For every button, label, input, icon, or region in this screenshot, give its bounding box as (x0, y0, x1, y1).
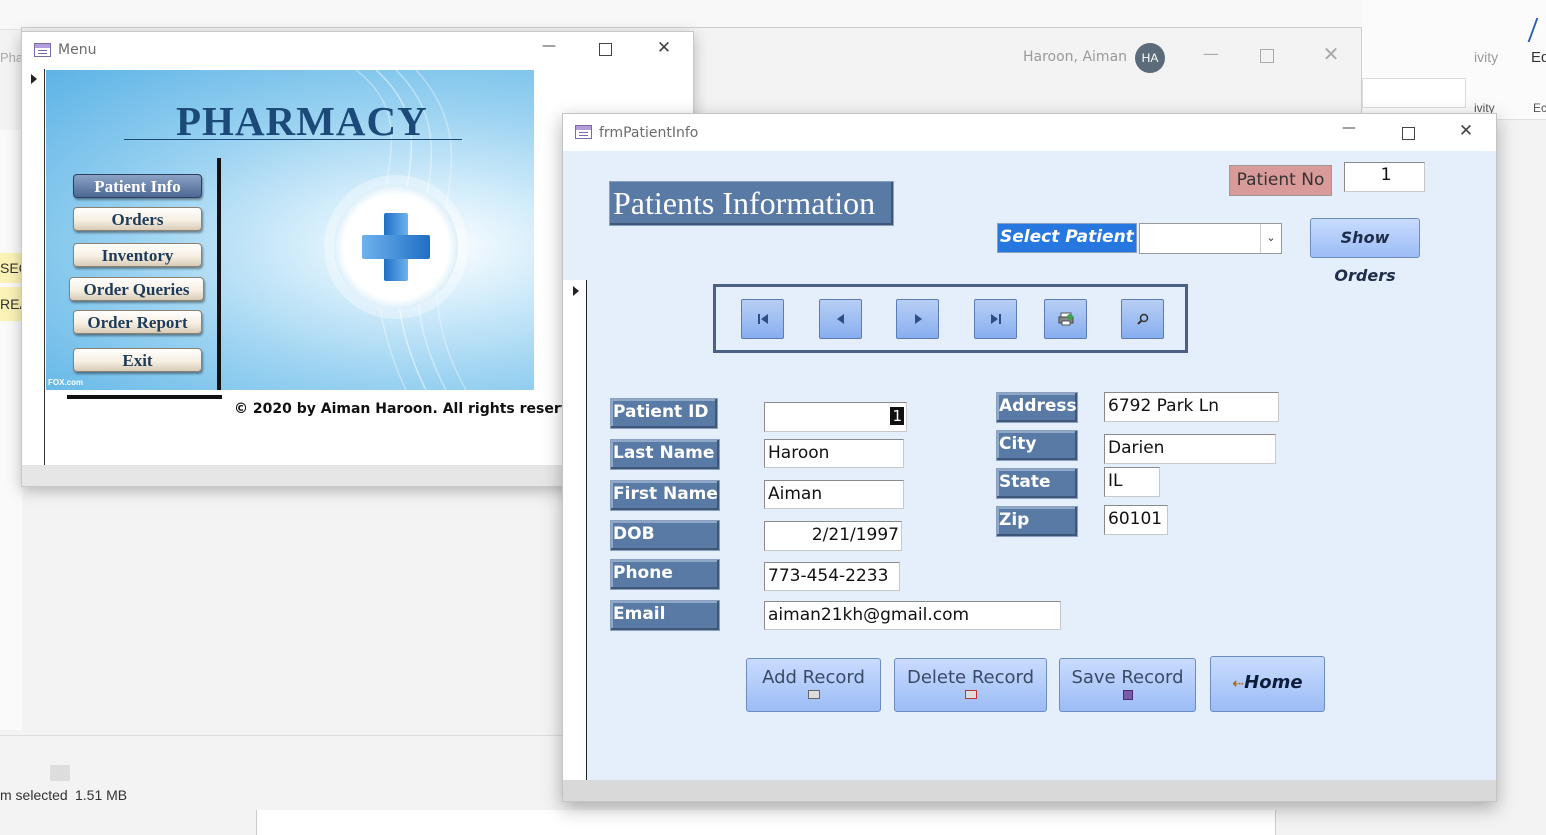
left-pane-divider (0, 735, 570, 736)
form-icon (575, 125, 592, 139)
ribbon-box (1362, 78, 1466, 108)
print-icon[interactable] (1044, 299, 1087, 339)
exit-button[interactable]: Exit (73, 348, 202, 372)
state-field[interactable]: IL (1104, 467, 1160, 497)
city-field[interactable]: Darien (1104, 434, 1276, 464)
add-record-label: Add Record (762, 667, 865, 688)
scroll-stub (50, 765, 70, 781)
save-record-icon (1122, 690, 1133, 700)
menu-close-button[interactable]: ✕ (651, 38, 677, 58)
previous-record-icon[interactable] (819, 299, 862, 339)
delete-record-label: Delete Record (906, 667, 1035, 688)
button-frame-right (217, 158, 221, 390)
menu-window-title: Menu (58, 42, 97, 58)
address-label: Address (996, 392, 1078, 423)
first-name-field[interactable]: Aiman (764, 480, 904, 509)
inventory-button[interactable]: Inventory (73, 243, 202, 267)
email-field[interactable]: aiman21kh@gmail.com (764, 601, 1061, 630)
orders-button[interactable]: Orders (73, 207, 202, 231)
home-back-icon: ⇠ (1232, 676, 1245, 692)
city-label: City (996, 430, 1078, 461)
form-icon (34, 43, 51, 57)
main-maximize-button[interactable] (1260, 49, 1274, 63)
main-close-button[interactable]: ✕ (1318, 42, 1344, 66)
state-label: State (996, 468, 1078, 499)
dob-label: DOB (610, 520, 720, 551)
phone-label: Phone (610, 559, 720, 590)
last-name-field[interactable]: Haroon (764, 439, 904, 468)
patient-close-button[interactable]: ✕ (1453, 121, 1479, 141)
copyright-text: © 2020 by Aiman Haroon. All rights reser… (234, 401, 595, 417)
status-selection: m selected (0, 787, 68, 803)
address-field[interactable]: 6792 Park Ln (1104, 392, 1279, 422)
bottom-doc-strip (256, 810, 1276, 835)
show-orders-button[interactable]: Show Orders (1310, 218, 1420, 285)
patient-no-field[interactable]: 1 (1344, 162, 1425, 192)
ribbon-strip (0, 0, 1546, 30)
left-peek-panel (0, 130, 22, 730)
user-name: Haroon, Aiman (1023, 49, 1128, 65)
home-button[interactable]: ⇠Home (1210, 656, 1325, 712)
select-patient-label: Select Patient (997, 223, 1137, 253)
find-icon[interactable] (1121, 299, 1164, 339)
record-selector[interactable] (22, 69, 45, 465)
last-record-icon[interactable] (974, 299, 1017, 339)
banner-watermark: FOX.com (48, 378, 84, 387)
email-label: Email (610, 600, 720, 631)
menu-minimize-button[interactable]: — (536, 38, 562, 54)
save-record-label: Save Record (1071, 667, 1184, 688)
left-peek-row-rea[interactable]: REA (0, 287, 22, 321)
patient-info-window: frmPatientInfo — ✕ Patients Information … (562, 113, 1497, 802)
phone-field[interactable]: 773-454-2233 (764, 562, 900, 591)
left-peek-text-1: Pha (0, 50, 24, 65)
record-pointer-icon (573, 286, 579, 296)
last-name-label: Last Name (610, 439, 720, 470)
patient-minimize-button[interactable]: — (1336, 120, 1362, 136)
record-selector[interactable] (563, 280, 587, 780)
patient-id-label: Patient ID (610, 398, 718, 429)
left-peek-text-2: SEC (0, 260, 22, 276)
menu-maximize-button[interactable] (599, 43, 612, 56)
patient-maximize-button[interactable] (1402, 127, 1415, 140)
left-peek-row-sec[interactable]: SEC (0, 253, 22, 283)
first-record-icon[interactable] (741, 299, 784, 339)
medical-cross-icon (334, 185, 458, 309)
main-minimize-button[interactable]: — (1198, 44, 1224, 63)
save-record-button[interactable]: Save Record (1059, 658, 1196, 712)
page-title: Patients Information (609, 181, 894, 226)
patient-no-label: Patient No (1229, 165, 1332, 196)
delete-record-button[interactable]: Delete Record (894, 658, 1047, 712)
zip-field[interactable]: 60101 (1104, 505, 1168, 535)
next-record-icon[interactable] (896, 299, 939, 339)
delete-record-icon (964, 690, 977, 699)
order-report-button[interactable]: Order Report (73, 310, 202, 334)
button-frame-bottom (67, 395, 222, 399)
avatar[interactable]: HA (1135, 43, 1165, 73)
patient-window-bottom-bar (563, 780, 1496, 801)
add-record-button[interactable]: Add Record (746, 658, 881, 712)
left-peek-text-3: REA (0, 296, 22, 312)
status-bar: m selected 1.51 MB (0, 782, 570, 810)
add-record-icon (807, 690, 820, 699)
banner-underline (124, 139, 462, 140)
first-name-label: First Name (610, 480, 720, 511)
right-peek-text-3: Ed (1531, 49, 1546, 66)
home-label: Home (1244, 672, 1303, 693)
right-peek-text-1: ivity (1474, 49, 1499, 65)
select-patient-combo[interactable]: ⌄ (1139, 223, 1282, 254)
zip-label: Zip (996, 506, 1078, 537)
patient-id-value: 1 (890, 407, 904, 425)
record-pointer-icon (31, 74, 37, 84)
order-queries-button[interactable]: Order Queries (69, 277, 204, 301)
patient-window-title: frmPatientInfo (599, 125, 699, 141)
chevron-down-icon[interactable]: ⌄ (1260, 224, 1281, 253)
patient-info-button[interactable]: Patient Info (73, 174, 202, 198)
patient-id-field[interactable]: 1 (764, 402, 907, 432)
dob-field[interactable]: 2/21/1997 (764, 521, 902, 551)
right-peek-text-4: Ec (1533, 101, 1546, 115)
banner-title: PHARMACY (176, 98, 428, 144)
status-size: 1.51 MB (75, 787, 128, 803)
record-navigation-box (713, 284, 1188, 353)
